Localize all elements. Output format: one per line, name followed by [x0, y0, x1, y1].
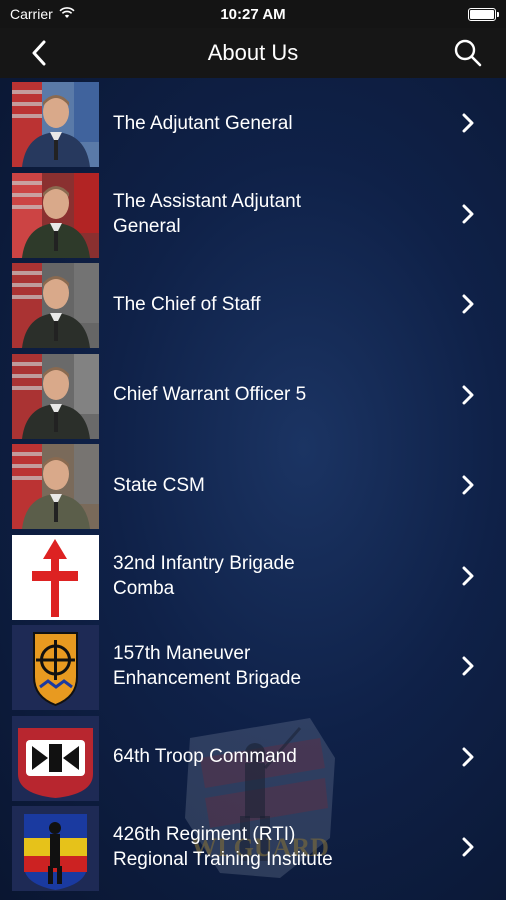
wifi-icon — [59, 6, 75, 22]
list-item-label: State CSM — [113, 474, 205, 496]
status-bar: Carrier 10:27 AM — [0, 0, 506, 28]
list-item-label: 426th Regiment (RTI) Regional Training In… — [113, 824, 333, 871]
search-button[interactable] — [450, 35, 486, 71]
chevron-right-icon — [460, 294, 476, 314]
list-item[interactable]: The Assistant Adjutant General — [0, 169, 506, 260]
status-left: Carrier — [10, 6, 75, 22]
badger-insignia-thumbnail — [12, 715, 99, 801]
portrait-army-grey-2-thumbnail — [12, 353, 99, 439]
mefb-shield-insignia-thumbnail — [12, 625, 99, 710]
portrait-army-camo-thumbnail — [12, 444, 99, 529]
chevron-right-icon — [460, 113, 476, 133]
list-item-label: 64th Troop Command — [113, 746, 297, 768]
list-item-label: The Adjutant General — [113, 112, 293, 134]
chevron-left-icon — [32, 40, 46, 66]
item-list: The Adjutant General The Assistant Adjut… — [0, 78, 506, 893]
portrait-army-grey-thumbnail — [12, 263, 99, 348]
list-item-label: The Assistant Adjutant General — [113, 190, 302, 237]
status-time: 10:27 AM — [220, 5, 286, 23]
list-item-label: 32nd Infantry Brigade Comba — [113, 552, 295, 599]
battery-fill — [470, 9, 494, 19]
list-item[interactable]: The Adjutant General — [0, 78, 506, 169]
back-button[interactable] — [22, 36, 56, 70]
chevron-right-icon — [460, 656, 476, 676]
list-item[interactable]: State CSM — [0, 440, 506, 531]
list-item[interactable]: 426th Regiment (RTI) Regional Training In… — [0, 802, 506, 893]
list-item-label: Chief Warrant Officer 5 — [113, 384, 307, 406]
list-item[interactable]: 64th Troop Command — [0, 712, 506, 803]
page-title: About Us — [207, 40, 299, 65]
list-item[interactable]: 157th Maneuver Enhancement Brigade — [0, 621, 506, 712]
list-item-label: The Chief of Staff — [113, 293, 261, 315]
battery-icon — [468, 7, 499, 21]
list-item[interactable]: 32nd Infantry Brigade Comba — [0, 531, 506, 622]
chevron-right-icon — [460, 747, 476, 767]
chevron-right-icon — [460, 475, 476, 495]
list-item[interactable]: Chief Warrant Officer 5 — [0, 350, 506, 441]
list-item[interactable]: The Chief of Staff — [0, 259, 506, 350]
carrier-label: Carrier — [10, 6, 53, 22]
red-arrow-insignia-thumbnail — [12, 534, 99, 620]
chevron-right-icon — [460, 566, 476, 586]
chevron-right-icon — [460, 204, 476, 224]
about-us-list-container[interactable]: WI GUARD The Adjutant General The Assist… — [0, 78, 506, 900]
chevron-right-icon — [460, 837, 476, 857]
chevron-right-icon — [460, 385, 476, 405]
portrait-air-force-thumbnail — [12, 82, 99, 167]
rti-minuteman-insignia-thumbnail — [12, 806, 99, 891]
search-icon — [454, 39, 482, 67]
list-item-label: 157th Maneuver Enhancement Brigade — [113, 643, 302, 690]
portrait-army-red-flag-thumbnail — [12, 172, 99, 258]
navigation-bar: About Us — [0, 28, 506, 78]
